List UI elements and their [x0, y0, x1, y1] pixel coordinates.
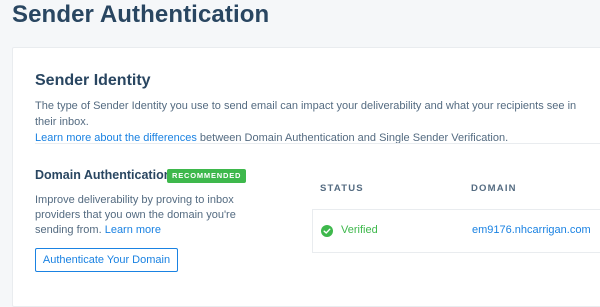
sender-identity-card: Sender Identity The type of Sender Ident…: [12, 47, 600, 307]
column-header-domain: DOMAIN: [471, 183, 517, 194]
column-header-status: STATUS: [320, 183, 364, 194]
domain-authentication-description: Improve deliverability by proving to inb…: [35, 193, 275, 238]
page-title: Sender Authentication: [12, 1, 270, 28]
section-title: Sender Identity: [35, 72, 151, 89]
section-description-text: The type of Sender Identity you use to s…: [35, 100, 577, 128]
table-row: Verified em9176.nhcarrigan.com: [312, 209, 600, 253]
status-verified-text: Verified: [341, 224, 378, 236]
domain-link[interactable]: em9176.nhcarrigan.com: [472, 224, 591, 236]
domain-authentication-title: Domain Authentication: [35, 168, 172, 182]
divider: [35, 143, 600, 144]
section-description: The type of Sender Identity you use to s…: [35, 98, 595, 146]
domain-status-table: STATUS DOMAIN Verified em9176.nhcarrigan…: [312, 173, 600, 263]
check-circle-icon: [321, 225, 333, 237]
recommended-badge: RECOMMENDED: [167, 169, 247, 183]
authenticate-domain-button[interactable]: Authenticate Your Domain: [35, 248, 178, 272]
domain-learn-more-link[interactable]: Learn more: [105, 224, 161, 236]
